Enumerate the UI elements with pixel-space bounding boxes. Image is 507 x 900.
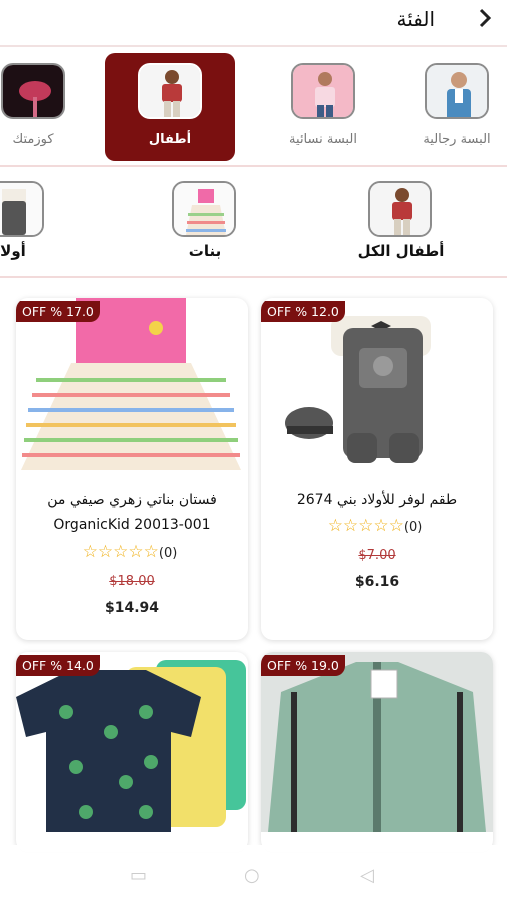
star-icon: ☆☆☆☆☆: [82, 542, 159, 562]
category-men[interactable]: البسة رجالية: [392, 53, 507, 161]
product-image: [261, 652, 493, 832]
kids-all-icon: [368, 181, 432, 237]
subcategory-label: أولا: [0, 242, 26, 260]
chevron-right-icon[interactable]: [477, 6, 493, 36]
page-title: الفئة: [396, 7, 435, 31]
divider: [0, 276, 507, 278]
back-icon[interactable]: ◁: [360, 865, 374, 886]
product-name: فستان بناتي زهري صيفي من OrganicKid 2001…: [47, 492, 217, 533]
category-kids[interactable]: أطفال: [105, 53, 235, 161]
old-price: $18.00: [109, 574, 155, 589]
subcategory-boys[interactable]: أولا: [0, 177, 68, 267]
subcategory-label: بنات: [188, 242, 222, 260]
girls-icon: [172, 181, 236, 237]
rating-count: (0): [403, 520, 423, 535]
cosmetics-icon: [1, 63, 65, 119]
divider: [0, 45, 507, 47]
category-women[interactable]: البسة نسائية: [258, 53, 388, 161]
product-card[interactable]: OFF % 12.0 طقم لوفر للأولاد بني 2674 ☆☆☆…: [261, 298, 493, 640]
recent-apps-icon[interactable]: ▭: [130, 865, 147, 886]
divider: [0, 165, 507, 167]
star-rating: ☆☆☆☆☆(0): [261, 516, 493, 536]
product-name: طقم لوفر للأولاد بني 2674: [296, 492, 458, 508]
product-card[interactable]: OFF % 17.0 فستان بناتي زهري صيفي من Orga…: [16, 298, 248, 640]
product-image: [16, 298, 248, 478]
boys-icon: [0, 181, 44, 237]
subcategory-row: أطفال الكل بنات أولا: [0, 172, 507, 272]
men-clothing-icon: [425, 63, 489, 119]
star-icon: ☆☆☆☆☆: [327, 516, 404, 536]
category-cosmetics[interactable]: كوزمتك: [0, 53, 98, 161]
discount-badge: OFF % 17.0: [16, 301, 100, 322]
category-label: البسة نسائية: [289, 132, 357, 147]
category-row: البسة رجالية البسة نسائية أطفال كوزمتك: [0, 53, 507, 163]
rating-count: (0): [158, 546, 178, 561]
subcategory-label: أطفال الكل: [357, 242, 445, 260]
product-image: [16, 652, 248, 832]
star-rating: ☆☆☆☆☆(0): [16, 542, 248, 562]
category-label: أطفال: [148, 132, 192, 147]
category-label: البسة رجالية: [423, 132, 491, 147]
product-card[interactable]: OFF % 19.0: [261, 652, 493, 852]
women-clothing-icon: [291, 63, 355, 119]
system-nav-bar: ▭ ○ ◁: [0, 845, 507, 900]
new-price: $14.94: [104, 600, 160, 616]
home-icon[interactable]: ○: [244, 865, 260, 886]
product-card[interactable]: OFF % 14.0: [16, 652, 248, 852]
top-bar: الفئة: [0, 0, 507, 47]
subcategory-girls[interactable]: بنات: [150, 177, 260, 267]
discount-badge: OFF % 14.0: [16, 655, 100, 676]
discount-badge: OFF % 19.0: [261, 655, 345, 676]
kids-clothing-icon: [138, 63, 202, 119]
product-image: [261, 298, 493, 478]
new-price: $6.16: [354, 574, 400, 590]
old-price: $7.00: [358, 548, 396, 563]
category-label: كوزمتك: [12, 132, 54, 147]
subcategory-kids-all[interactable]: أطفال الكل: [346, 177, 456, 267]
discount-badge: OFF % 12.0: [261, 301, 345, 322]
